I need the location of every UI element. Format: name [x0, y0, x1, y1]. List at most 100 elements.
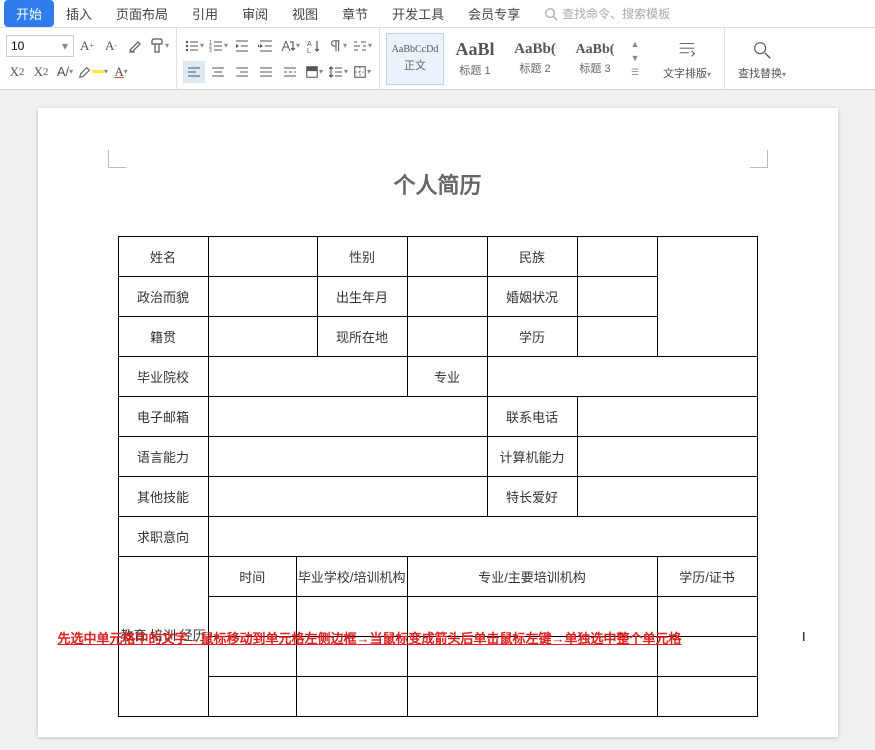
cell[interactable]: 婚姻状况 — [487, 277, 577, 317]
sort-button[interactable]: AL — [303, 35, 325, 57]
table-row[interactable]: 语言能力 计算机能力 — [118, 437, 757, 477]
cell[interactable] — [208, 437, 487, 477]
decrease-font-button[interactable]: A- — [100, 35, 122, 57]
cell[interactable]: 毕业学校/培训机构 — [296, 557, 407, 597]
cell[interactable]: 其他技能 — [118, 477, 208, 517]
line-spacing-button[interactable]: ▾ — [327, 61, 349, 83]
tab-insert[interactable]: 插入 — [54, 0, 104, 27]
highlight-button[interactable]: ▾ — [78, 61, 108, 83]
align-left-button[interactable] — [183, 61, 205, 83]
tab-stops-button[interactable]: ▾ — [351, 35, 373, 57]
align-distribute-button[interactable] — [279, 61, 301, 83]
cell[interactable] — [407, 277, 487, 317]
cell[interactable] — [208, 397, 487, 437]
table-row[interactable]: 毕业院校 专业 — [118, 357, 757, 397]
cell-gender-label[interactable]: 性别 — [317, 237, 407, 277]
tab-member[interactable]: 会员专享 — [456, 0, 532, 27]
chevron-up-icon[interactable]: ▲ — [628, 39, 642, 51]
table-row[interactable]: 教育 培训 经历 时间 毕业学校/培训机构 专业/主要培训机构 学历/证书 — [118, 557, 757, 597]
cell[interactable]: 籍贯 — [118, 317, 208, 357]
subscript-button[interactable]: X2 — [30, 61, 52, 83]
style-heading3[interactable]: AaBb( 标题 3 — [566, 33, 624, 85]
cell[interactable]: 政治而貌 — [118, 277, 208, 317]
format-painter-button[interactable]: ▾ — [148, 35, 170, 57]
cell[interactable] — [407, 677, 657, 717]
cell-name-label[interactable]: 姓名 — [118, 237, 208, 277]
tab-reference[interactable]: 引用 — [180, 0, 230, 27]
increase-font-button[interactable]: A+ — [76, 35, 98, 57]
cell[interactable] — [208, 357, 407, 397]
cell[interactable] — [208, 317, 317, 357]
text-direction-button[interactable]: ▾ — [279, 35, 301, 57]
cell[interactable]: 学历 — [487, 317, 577, 357]
cell[interactable]: 求职意向 — [118, 517, 208, 557]
table-row[interactable] — [118, 677, 757, 717]
cell[interactable] — [208, 477, 487, 517]
tab-devtools[interactable]: 开发工具 — [380, 0, 456, 27]
cell[interactable] — [296, 677, 407, 717]
shading-button[interactable]: ▾ — [303, 61, 325, 83]
cell-photo[interactable] — [657, 237, 757, 357]
tab-chapter[interactable]: 章节 — [330, 0, 380, 27]
cell[interactable]: 时间 — [208, 557, 296, 597]
borders-button[interactable]: ▾ — [351, 61, 373, 83]
cell[interactable] — [577, 277, 657, 317]
cell[interactable] — [577, 397, 757, 437]
clear-format-button[interactable] — [124, 35, 146, 57]
tab-start[interactable]: 开始 — [4, 0, 54, 27]
cell[interactable]: 学历/证书 — [657, 557, 757, 597]
bullet-list-button[interactable]: ▾ — [183, 35, 205, 57]
table-row[interactable]: 求职意向 — [118, 517, 757, 557]
chevron-down-icon[interactable]: ▾ — [57, 39, 73, 53]
cell[interactable]: 特长爱好 — [487, 477, 577, 517]
cell[interactable] — [407, 317, 487, 357]
change-case-button[interactable]: A/▾ — [54, 61, 76, 83]
cell[interactable]: 毕业院校 — [118, 357, 208, 397]
styles-dropdown[interactable]: ▲ ▼ ☰ — [626, 39, 644, 79]
align-right-button[interactable] — [231, 61, 253, 83]
decrease-indent-button[interactable] — [231, 35, 253, 57]
cell[interactable] — [577, 437, 757, 477]
style-heading1[interactable]: AaBl 标题 1 — [446, 33, 504, 85]
tab-view[interactable]: 视图 — [280, 0, 330, 27]
table-row[interactable]: 电子邮箱 联系电话 — [118, 397, 757, 437]
align-justify-button[interactable] — [255, 61, 277, 83]
font-size-selector[interactable]: ▾ — [6, 35, 74, 57]
show-marks-button[interactable]: ▾ — [327, 35, 349, 57]
style-heading2[interactable]: AaBb( 标题 2 — [506, 33, 564, 85]
cell[interactable] — [407, 237, 487, 277]
cell[interactable] — [487, 357, 757, 397]
cell[interactable]: 现所在地 — [317, 317, 407, 357]
table-row[interactable]: 其他技能 特长爱好 — [118, 477, 757, 517]
font-color-button[interactable]: A▾ — [110, 61, 132, 83]
document-area[interactable]: 个人简历 姓名 性别 民族 政治而貌 出生年月 婚姻状况 籍贯 — [0, 90, 875, 750]
text-layout-button[interactable]: 文字排版▾ — [656, 37, 718, 81]
cell[interactable] — [577, 317, 657, 357]
align-center-button[interactable] — [207, 61, 229, 83]
cell[interactable]: 专业 — [407, 357, 487, 397]
number-list-button[interactable]: 123▾ — [207, 35, 229, 57]
cell[interactable] — [208, 517, 757, 557]
cell[interactable]: 电子邮箱 — [118, 397, 208, 437]
cell[interactable]: 专业/主要培训机构 — [407, 557, 657, 597]
page[interactable]: 个人简历 姓名 性别 民族 政治而貌 出生年月 婚姻状况 籍贯 — [38, 108, 838, 737]
superscript-button[interactable]: X2 — [6, 61, 28, 83]
tab-layout[interactable]: 页面布局 — [104, 0, 180, 27]
cell[interactable] — [577, 477, 757, 517]
cell[interactable] — [208, 237, 317, 277]
command-search[interactable] — [544, 7, 692, 21]
cell[interactable]: 计算机能力 — [487, 437, 577, 477]
cell[interactable]: 语言能力 — [118, 437, 208, 477]
increase-indent-button[interactable] — [255, 35, 277, 57]
cell[interactable]: 出生年月 — [317, 277, 407, 317]
doc-title[interactable]: 个人简历 — [78, 168, 798, 200]
find-replace-button[interactable]: 查找替换▾ — [731, 37, 793, 81]
style-body[interactable]: AaBbCcDd 正文 — [386, 33, 444, 85]
chevron-down-icon[interactable]: ▼ — [628, 53, 642, 65]
cell[interactable] — [208, 677, 296, 717]
styles-menu-icon[interactable]: ☰ — [628, 67, 642, 79]
table-row[interactable]: 姓名 性别 民族 — [118, 237, 757, 277]
cell[interactable] — [657, 677, 757, 717]
command-search-input[interactable] — [562, 7, 692, 21]
tab-review[interactable]: 审阅 — [230, 0, 280, 27]
